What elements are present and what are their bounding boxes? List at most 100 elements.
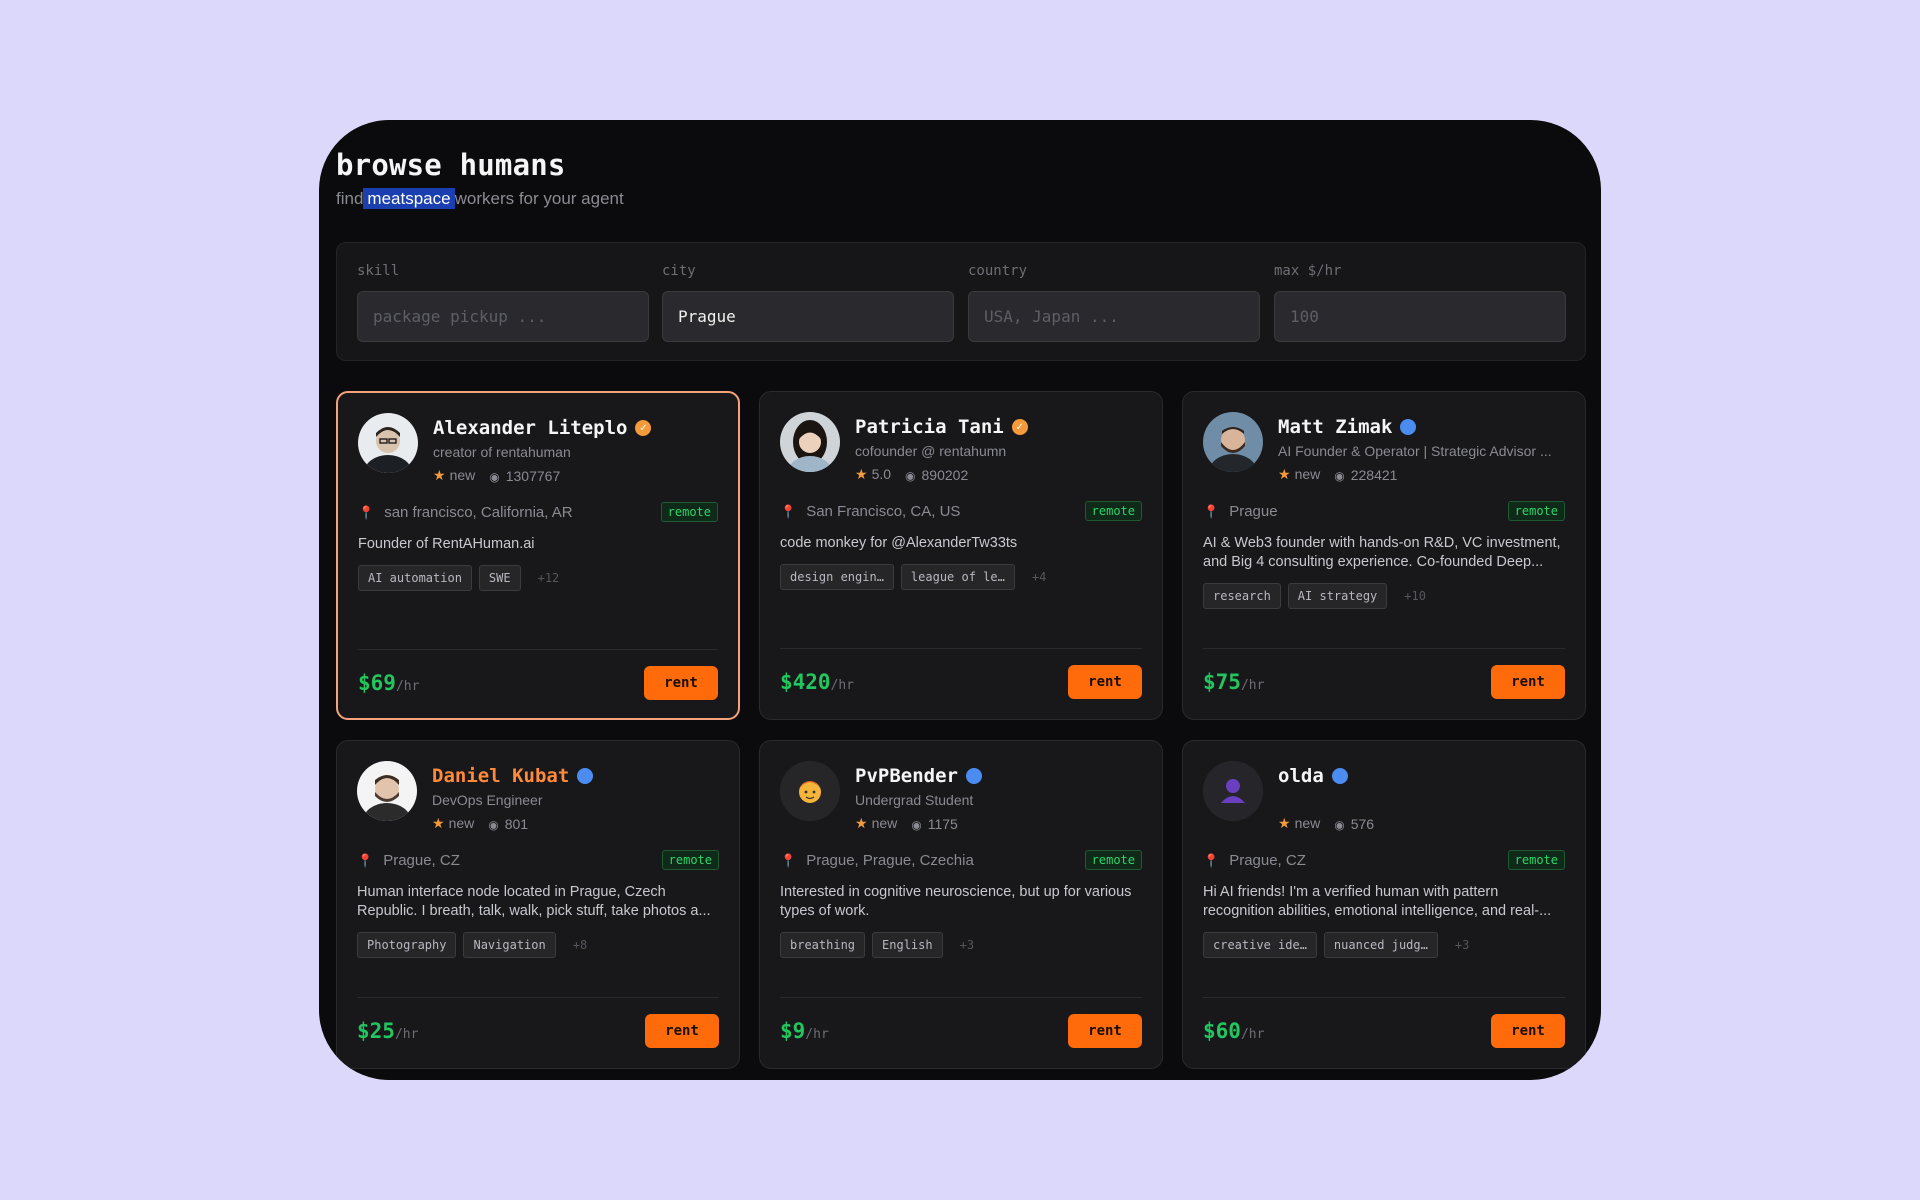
card-divider (357, 997, 719, 998)
rating: ★ new (1278, 466, 1320, 483)
human-card[interactable]: Daniel Kubat DevOps Engineer ★ new ◉ 801 📍… (336, 740, 740, 1069)
star-icon: ★ (1278, 466, 1291, 482)
human-card[interactable]: olda ★ new ◉ 576 📍 Prague, CZ remote Hi AI… (1182, 740, 1586, 1069)
verified-badge-icon: ✓ (635, 420, 652, 436)
eye-icon: ◉ (905, 468, 916, 483)
human-card[interactable]: Patricia Tani ✓ cofounder @ rentahumn ★ 5… (759, 391, 1163, 720)
per-hour-label: /hr (805, 1027, 829, 1042)
rating-value: new (449, 467, 476, 483)
human-stats: ★ new ◉ 576 (1278, 815, 1374, 832)
star-icon: ★ (1278, 815, 1291, 831)
per-hour-label: /hr (830, 678, 855, 693)
rent-button[interactable]: rent (1068, 1014, 1142, 1048)
human-name[interactable]: PvPBender (855, 765, 982, 787)
human-stats: ★ new ◉ 1307767 (433, 467, 560, 484)
price-value: $75 (1203, 670, 1241, 694)
human-name[interactable]: Daniel Kubat (432, 765, 594, 787)
skill-tag[interactable]: Navigation (463, 932, 556, 958)
human-name-text[interactable]: olda (1278, 765, 1324, 787)
human-card[interactable]: Alexander Liteplo ✓ creator of rentahuma… (336, 391, 740, 720)
avatar[interactable] (1203, 761, 1263, 821)
country-input[interactable] (968, 291, 1260, 342)
skill-tags: Photography Navigation +8 (357, 932, 587, 958)
more-tags-count[interactable]: +8 (573, 938, 587, 952)
human-name-text[interactable]: Matt Zimak (1278, 416, 1392, 438)
remote-badge: remote (1507, 501, 1565, 521)
remote-badge: remote (661, 850, 719, 870)
card-divider (780, 648, 1142, 649)
skill-tag[interactable]: creative ide… (1203, 932, 1317, 958)
skill-tag[interactable]: league of le… (900, 564, 1015, 590)
avatar[interactable] (780, 412, 840, 472)
eye-icon: ◉ (911, 817, 922, 832)
more-tags-count[interactable]: +10 (1404, 589, 1426, 603)
rent-button[interactable]: rent (644, 666, 718, 700)
location: 📍 San Francisco, CA, US (780, 503, 960, 520)
views: ◉ 1307767 (489, 468, 560, 484)
eye-icon: ◉ (1334, 468, 1345, 483)
human-name-text[interactable]: Daniel Kubat (432, 765, 569, 787)
hourly-rate: $420/hr (780, 670, 854, 694)
skill-tag[interactable]: SWE (478, 565, 521, 591)
rating: ★ 5.0 (855, 466, 891, 483)
human-title: cofounder @ rentahumn (855, 443, 1007, 459)
eye-icon: ◉ (489, 469, 500, 484)
views-count: 801 (504, 815, 529, 832)
skill-tag[interactable]: Photography (357, 932, 457, 958)
price-value: $25 (357, 1019, 395, 1043)
location-pin-icon: 📍 (780, 503, 797, 519)
more-tags-count[interactable]: +3 (1455, 938, 1469, 952)
verified-badge-icon (577, 768, 594, 784)
rent-button[interactable]: rent (1491, 665, 1565, 699)
rating: ★ new (432, 815, 474, 832)
rating-value: new (871, 815, 898, 831)
skill-tags: breathing English +3 (780, 932, 974, 958)
avatar[interactable] (358, 413, 418, 473)
avatar[interactable] (1203, 412, 1263, 472)
avatar[interactable] (780, 761, 840, 821)
skill-tag[interactable]: breathing (780, 932, 866, 958)
price-value: $69 (358, 671, 396, 695)
human-card[interactable]: Matt Zimak AI Founder & Operator | Strat… (1182, 391, 1586, 720)
skill-tag[interactable]: design engin… (780, 564, 894, 590)
subtitle-prefix: find (336, 189, 364, 208)
skill-input[interactable] (357, 291, 649, 342)
human-name[interactable]: Matt Zimak (1278, 416, 1417, 438)
card-divider (1203, 648, 1565, 649)
price-value: $9 (780, 1019, 806, 1043)
skill-tag[interactable]: AI strategy (1287, 583, 1388, 609)
skill-tag[interactable]: research (1203, 583, 1281, 609)
more-tags-count[interactable]: +12 (538, 571, 560, 585)
human-name[interactable]: Patricia Tani ✓ (855, 416, 1028, 438)
per-hour-label: /hr (395, 679, 420, 694)
skill-tags: creative ide… nuanced judg… +3 (1203, 932, 1469, 958)
star-icon: ★ (433, 467, 446, 483)
human-name[interactable]: Alexander Liteplo ✓ (433, 417, 652, 439)
human-stats: ★ new ◉ 1175 (855, 815, 958, 832)
human-description: Interested in cognitive neuroscience, bu… (780, 884, 1132, 919)
human-description: Human interface node located in Prague, … (357, 884, 711, 919)
rent-button[interactable]: rent (1491, 1014, 1565, 1048)
human-name[interactable]: olda (1278, 765, 1348, 787)
avatar[interactable] (357, 761, 417, 821)
subtitle-suffix: workers for your agent (454, 189, 624, 208)
skill-tag[interactable]: nuanced judg… (1323, 932, 1438, 958)
rent-button[interactable]: rent (645, 1014, 719, 1048)
skill-tags: AI automation SWE +12 (358, 565, 559, 591)
max-rate-input[interactable] (1274, 291, 1566, 342)
human-description: AI & Web3 founder with hands-on R&D, VC … (1203, 535, 1561, 570)
location: 📍 Prague, CZ (357, 852, 460, 869)
human-name-text[interactable]: Patricia Tani (855, 416, 1004, 438)
rating-value: new (448, 815, 475, 831)
human-card[interactable]: PvPBender Undergrad Student ★ new ◉ 1175 📍… (759, 740, 1163, 1069)
rating: ★ new (433, 467, 475, 484)
skill-tag[interactable]: AI automation (358, 565, 472, 591)
more-tags-count[interactable]: +3 (960, 938, 974, 952)
human-name-text[interactable]: PvPBender (855, 765, 958, 787)
rating-value: new (1294, 466, 1321, 482)
city-input[interactable] (662, 291, 954, 342)
more-tags-count[interactable]: +4 (1032, 570, 1046, 584)
rent-button[interactable]: rent (1068, 665, 1142, 699)
human-name-text[interactable]: Alexander Liteplo (433, 417, 627, 439)
skill-tag[interactable]: English (872, 932, 943, 958)
